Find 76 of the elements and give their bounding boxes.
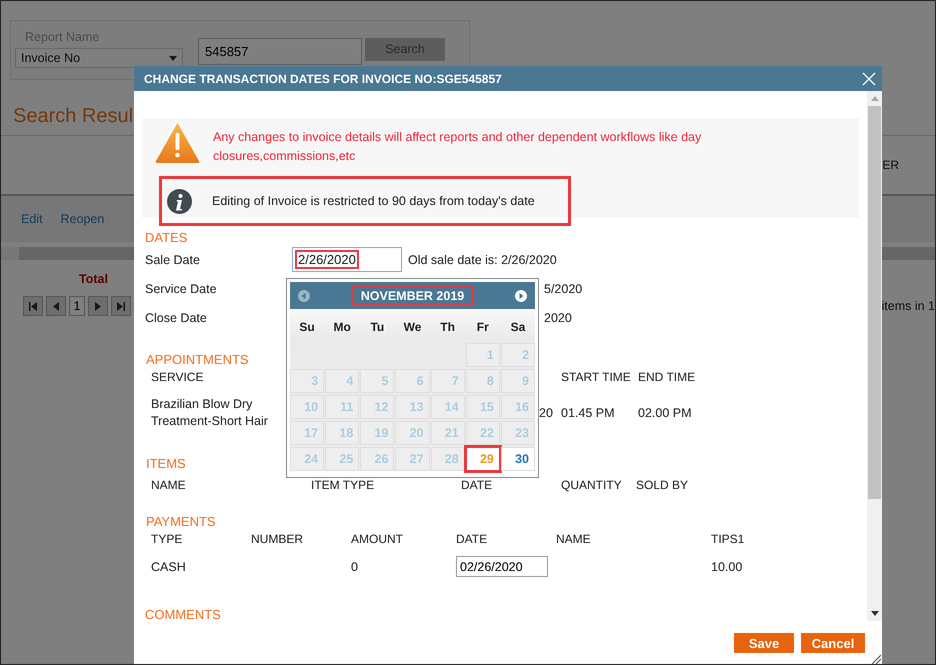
- previous-page-button[interactable]: [46, 296, 66, 316]
- column-header: START TIME: [561, 370, 631, 384]
- table-cell: 01.45 PM: [561, 406, 615, 420]
- search-field[interactable]: 545857: [198, 38, 362, 64]
- resize-grip-icon[interactable]: [871, 654, 881, 664]
- date-label: Sale Date: [145, 252, 201, 266]
- last-page-icon: [117, 302, 125, 310]
- table-cell-text: Brazilian Blow Dry Treatment-Short Hair: [151, 396, 269, 430]
- calendar-day[interactable]: 29: [466, 447, 500, 471]
- column-header: TIPS1: [711, 532, 744, 546]
- scroll-up-icon: [870, 96, 878, 101]
- weekday-label: We: [402, 320, 422, 334]
- column-header: SOLD BY: [636, 478, 688, 492]
- section-heading: PAYMENTS: [146, 514, 216, 529]
- caret-icon: [169, 56, 177, 60]
- report-select[interactable]: Invoice No: [15, 48, 183, 68]
- info-message: Editing of Invoice is restricted to 90 days from today's date: [212, 194, 535, 208]
- previous-page-icon: [53, 302, 59, 310]
- search-results-title: Search Resul: [13, 105, 134, 127]
- dialog-button[interactable]: Cancel: [801, 633, 865, 653]
- date-label: Service Date: [145, 282, 218, 296]
- next-page-button[interactable]: [88, 296, 108, 316]
- dialog-button[interactable]: Save: [734, 633, 794, 653]
- old-date-note: Old sale date is: 2/26/2020: [408, 252, 558, 266]
- column-header: NAME: [151, 478, 186, 492]
- column-header: ER: [882, 158, 899, 172]
- section-heading: DATES: [145, 230, 188, 245]
- scrollbar-thumb[interactable]: [868, 106, 881, 499]
- column-header: END TIME: [638, 370, 696, 384]
- weekday-label: Tu: [369, 320, 386, 334]
- column-header: QUANTITY: [561, 478, 622, 492]
- weekday-label: Fr: [476, 320, 490, 334]
- action-link[interactable]: Reopen: [60, 212, 104, 226]
- column-header: NUMBER: [251, 532, 304, 546]
- weekday-label: Sa: [510, 320, 526, 334]
- total-label: Total: [79, 272, 108, 286]
- table-cell: 0: [351, 560, 358, 574]
- dialog-title: CHANGE TRANSACTION DATES FOR INVOICE NO:SGE545857: [144, 72, 502, 86]
- table-cell: CASH: [151, 560, 186, 574]
- date-label: Close Date: [145, 310, 208, 324]
- pager-info: items in 1: [882, 299, 935, 313]
- column-header: ITEM TYPE: [311, 478, 374, 492]
- info-icon: [167, 188, 192, 214]
- month-title[interactable]: NOVEMBER 2019: [352, 286, 474, 306]
- weekday-label: Su: [298, 320, 316, 334]
- last-page-button[interactable]: [111, 296, 131, 316]
- weekday-label: Th: [439, 320, 456, 334]
- table-cell: 02.00 PM: [638, 406, 692, 420]
- warning-message: Any changes to invoice details will affect reports and other dependent workflows like day closures,commissions,etc: [213, 129, 702, 165]
- old-date-note: 5/2020: [544, 282, 584, 296]
- column-header: NAME: [556, 532, 591, 546]
- close-icon[interactable]: [862, 72, 876, 86]
- column-header: AMOUNT: [351, 532, 403, 546]
- first-page-button[interactable]: [23, 296, 43, 316]
- old-date-note: 2020: [544, 310, 573, 324]
- payment-date-field[interactable]: 02/26/2020: [456, 556, 548, 577]
- section-heading: ITEMS: [146, 456, 186, 471]
- date-field[interactable]: 2/26/2020: [292, 247, 402, 272]
- scroll-down-icon: [870, 611, 878, 616]
- column-header: TYPE: [151, 532, 182, 546]
- first-page-icon: [29, 302, 37, 310]
- next-page-icon: [95, 302, 101, 310]
- calendar-day[interactable]: 30: [500, 447, 535, 471]
- weekday-label: Mo: [332, 320, 352, 334]
- vertical-scrollbar[interactable]: [867, 91, 882, 621]
- table-cell: 20: [539, 406, 553, 420]
- table-cell: 10.00: [711, 560, 742, 574]
- section-heading: APPOINTMENTS: [146, 352, 249, 367]
- column-header: DATE: [461, 478, 492, 492]
- column-header: DATE: [456, 532, 488, 546]
- next-month-icon[interactable]: [514, 290, 527, 302]
- warning-icon: [154, 121, 201, 164]
- section-heading: COMMENTS: [145, 607, 221, 621]
- column-header: SERVICE: [151, 370, 204, 384]
- action-link[interactable]: Edit: [21, 212, 43, 226]
- page-number[interactable]: 1: [69, 296, 85, 316]
